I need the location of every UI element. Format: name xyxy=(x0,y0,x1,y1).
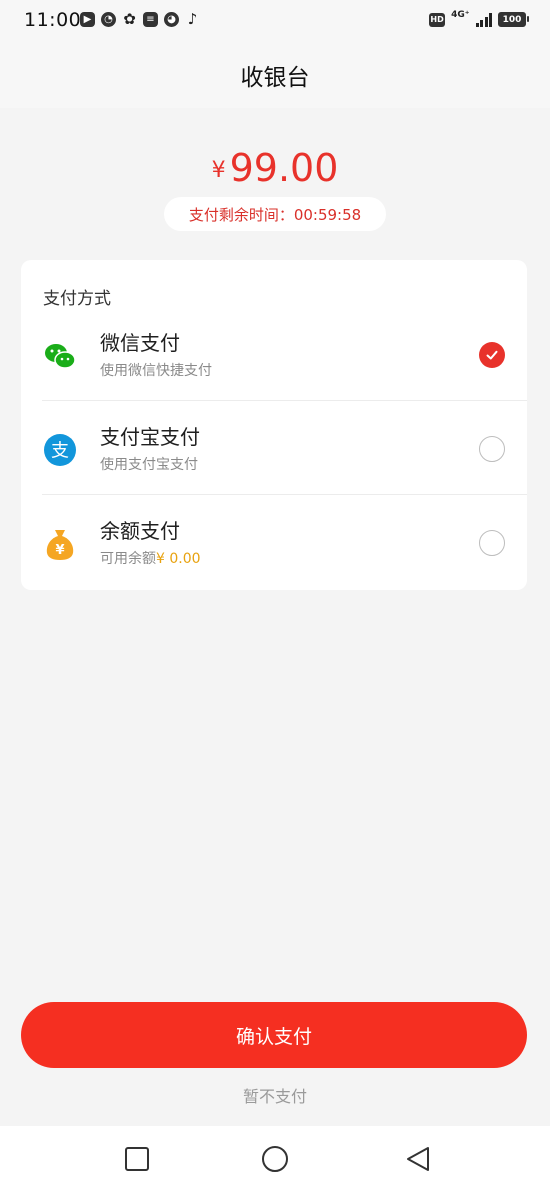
section-title: 支付方式 xyxy=(43,289,111,309)
checkmark-icon xyxy=(486,350,498,360)
pay-option-wechat[interactable]: 微信支付 使用微信快捷支付 xyxy=(21,307,527,401)
battery-level: 100 xyxy=(502,14,522,25)
pay-option-name: 支付宝支付 xyxy=(100,425,200,449)
video-app-icon: ▶ xyxy=(80,12,95,27)
radio-unchecked-icon[interactable] xyxy=(479,436,505,462)
wechat-pay-icon xyxy=(45,344,76,369)
chat-app-icon: ◕ xyxy=(164,12,179,27)
notification-icons: ▶ ◔ ✿ ≡ ◕ ♪ xyxy=(80,12,200,27)
hd-icon: HD xyxy=(429,12,446,27)
amount-value: 99.00 xyxy=(229,146,339,190)
confirm-pay-button[interactable]: 确认支付 xyxy=(21,1002,527,1068)
recent-apps-icon[interactable] xyxy=(124,1146,150,1172)
skip-pay-link[interactable]: 暂不支付 xyxy=(0,1083,550,1107)
battery-icon: 100 xyxy=(498,12,529,27)
money-bag-icon: ¥ xyxy=(46,530,74,560)
status-time: 11:00 xyxy=(24,9,82,31)
alipay-icon: 支 xyxy=(44,434,76,466)
pay-option-balance[interactable]: ¥ 余额支付 可用余额¥ 0.00 xyxy=(21,495,527,589)
browser-app-icon: ◔ xyxy=(101,12,116,27)
news-app-icon: ≡ xyxy=(143,12,158,27)
back-icon[interactable] xyxy=(405,1146,431,1174)
balance-amount: ¥ 0.00 xyxy=(156,551,201,567)
pay-option-name: 微信支付 xyxy=(100,331,180,355)
countdown-badge: 支付剩余时间：00:59:58 xyxy=(164,197,386,231)
tiktok-icon: ♪ xyxy=(187,10,198,28)
home-icon[interactable] xyxy=(261,1146,289,1174)
system-nav-bar xyxy=(0,1126,550,1191)
svg-text:支: 支 xyxy=(51,441,69,462)
balance-label: 可用余额 xyxy=(100,551,156,567)
page-title: 收银台 xyxy=(240,65,310,91)
pay-option-desc: 可用余额¥ 0.00 xyxy=(100,548,201,568)
mascot-app-icon: ✿ xyxy=(123,10,136,28)
payment-amount: ¥99.00 xyxy=(0,146,550,190)
nav-bar: 收银台 xyxy=(0,42,550,108)
system-status-icons: HD 4G⁺ 100 xyxy=(429,9,529,27)
currency-symbol: ¥ xyxy=(211,158,226,183)
countdown-text: 支付剩余时间：00:59:58 xyxy=(188,205,362,224)
pay-option-name: 余额支付 xyxy=(100,519,180,543)
radio-checked-icon[interactable] xyxy=(479,342,505,368)
payment-methods-card: 支付方式 微信支付 使用微信快捷支付 支 支付宝支付 使用支付宝支付 ¥ 余额支… xyxy=(21,260,527,590)
pay-option-desc: 使用支付宝支付 xyxy=(100,457,198,473)
signal-icon xyxy=(475,12,492,27)
pay-option-alipay[interactable]: 支 支付宝支付 使用支付宝支付 xyxy=(21,401,527,495)
network-type: 4G⁺ xyxy=(451,9,470,20)
radio-unchecked-icon[interactable] xyxy=(479,530,505,556)
status-bar: 11:00 ▶ ◔ ✿ ≡ ◕ ♪ HD 4G⁺ 100 xyxy=(0,0,550,42)
svg-text:¥: ¥ xyxy=(55,543,64,558)
pay-option-desc: 使用微信快捷支付 xyxy=(100,363,212,379)
